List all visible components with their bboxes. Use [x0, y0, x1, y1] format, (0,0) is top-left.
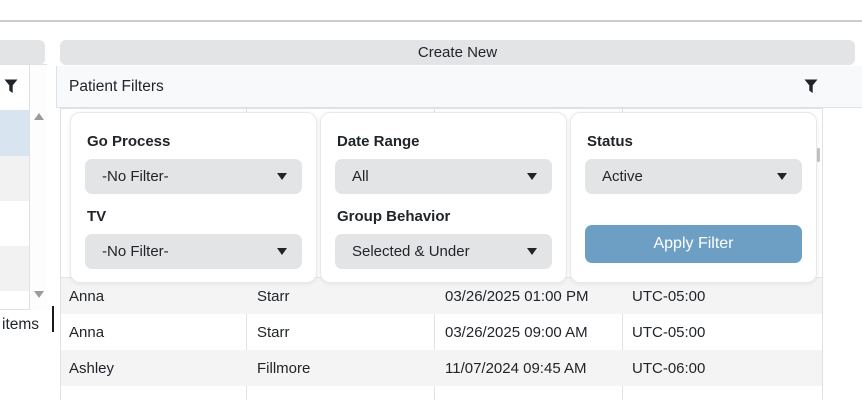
- cell-datetime: 11/07/2024 09:45 AM: [434, 360, 622, 377]
- date-range-select[interactable]: All: [335, 159, 552, 194]
- apply-filter-label: Apply Filter: [653, 235, 733, 253]
- left-panel-list: [0, 65, 30, 310]
- filter-card-date-range: Date Range All Group Behavior Selected &…: [320, 112, 567, 283]
- create-new-label: Create New: [418, 44, 497, 61]
- page-title: Patient Filters: [69, 78, 164, 96]
- apply-filter-button[interactable]: Apply Filter: [585, 225, 802, 263]
- cell-last-name: Starr: [246, 324, 434, 341]
- left-panel-scrollbar[interactable]: [30, 65, 47, 310]
- text-cursor: [52, 306, 54, 332]
- go-process-label: Go Process: [87, 133, 302, 150]
- cell-timezone: UTC-05:00: [622, 288, 822, 305]
- funnel-icon[interactable]: [804, 79, 818, 94]
- create-new-button[interactable]: Create New: [60, 40, 855, 65]
- top-divider: [0, 20, 862, 22]
- status-value: Active: [585, 168, 643, 185]
- chevron-down-icon: [527, 248, 537, 255]
- status-label: Status: [587, 133, 802, 150]
- cell-last-name: Starr: [246, 288, 434, 305]
- filter-card-status: Status Active Apply Filter: [570, 112, 817, 283]
- table-row[interactable]: Anna Starr 03/26/2025 09:00 AM UTC-05:00: [61, 314, 822, 350]
- table-scrollbar-thumb[interactable]: [817, 148, 820, 162]
- patient-filters-header: Patient Filters: [56, 66, 862, 108]
- cell-first-name: Ashley: [61, 360, 246, 377]
- funnel-icon[interactable]: [4, 79, 18, 94]
- left-filter-row: [0, 65, 29, 111]
- chevron-down-icon: [277, 173, 287, 180]
- cell-timezone: UTC-05:00: [622, 324, 822, 341]
- left-list-item[interactable]: [0, 246, 29, 291]
- cell-last-name: Fillmore: [246, 360, 434, 377]
- date-range-value: All: [335, 168, 369, 185]
- table-row[interactable]: Ashley Fillmore 11/07/2024 09:45 AM UTC-…: [61, 350, 822, 386]
- down-arrow-icon[interactable]: [34, 291, 44, 298]
- chevron-down-icon: [527, 173, 537, 180]
- up-arrow-icon[interactable]: [34, 113, 44, 120]
- tv-label: TV: [87, 208, 302, 225]
- cell-datetime: 03/26/2025 09:00 AM: [434, 324, 622, 341]
- table-row[interactable]: Anna Starr 03/26/2025 01:00 PM UTC-05:00: [61, 278, 822, 314]
- cell-first-name: Anna: [61, 288, 246, 305]
- cell-datetime: 03/26/2025 01:00 PM: [434, 288, 622, 305]
- status-select[interactable]: Active: [585, 159, 802, 194]
- left-cutoff-button[interactable]: [0, 40, 45, 65]
- left-list-item-selected[interactable]: [0, 111, 29, 156]
- left-panel: [0, 64, 47, 310]
- go-process-value: -No Filter-: [85, 168, 169, 185]
- items-count-label: items: [2, 316, 39, 334]
- tv-select[interactable]: -No Filter-: [85, 234, 302, 269]
- left-list-item[interactable]: [0, 201, 29, 246]
- group-behavior-select[interactable]: Selected & Under: [335, 234, 552, 269]
- tv-value: -No Filter-: [85, 243, 169, 260]
- app-window: Create New items Patient Filters: [0, 0, 862, 400]
- group-behavior-value: Selected & Under: [335, 243, 470, 260]
- chevron-down-icon: [777, 173, 787, 180]
- cell-timezone: UTC-06:00: [622, 360, 822, 377]
- chevron-down-icon: [277, 248, 287, 255]
- left-list-item[interactable]: [0, 156, 29, 201]
- go-process-select[interactable]: -No Filter-: [85, 159, 302, 194]
- group-behavior-label: Group Behavior: [337, 208, 552, 225]
- date-range-label: Date Range: [337, 133, 552, 150]
- filter-card-go-process: Go Process -No Filter- TV -No Filter-: [70, 112, 317, 283]
- cell-first-name: Anna: [61, 324, 246, 341]
